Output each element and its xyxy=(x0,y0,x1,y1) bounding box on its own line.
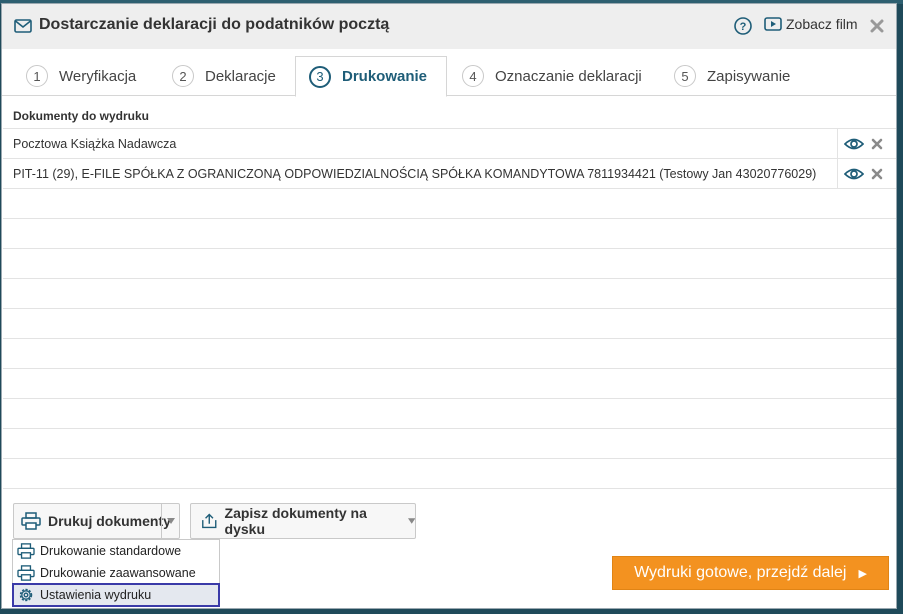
printer-icon xyxy=(21,512,41,530)
print-documents-button[interactable]: Drukuj dokumenty xyxy=(13,503,180,539)
video-icon xyxy=(764,17,782,31)
tab-label: Zapisywanie xyxy=(707,67,791,85)
watch-film-label: Zobacz film xyxy=(786,16,858,32)
table-row[interactable]: PIT-11 (29), E-FILE SPÓŁKA Z OGRANICZONĄ… xyxy=(3,159,896,189)
tab-marking-declarations[interactable]: 4 Oznaczanie deklaracji xyxy=(462,56,642,96)
row-actions xyxy=(837,129,896,159)
print-dropdown-toggle[interactable] xyxy=(161,504,179,538)
upload-icon xyxy=(202,513,217,529)
svg-text:?: ? xyxy=(740,21,747,33)
menu-item-print-settings[interactable]: Ustawienia wydruku xyxy=(12,583,220,607)
row-actions xyxy=(837,159,896,189)
table-row-empty xyxy=(3,399,896,429)
print-menu: Drukowanie standardowe Drukowanie zaawan… xyxy=(12,539,220,607)
eye-icon[interactable] xyxy=(844,167,864,181)
remove-icon[interactable] xyxy=(871,168,883,180)
tab-label: Drukowanie xyxy=(342,68,428,85)
next-step-button[interactable]: Wydruki gotowe, przejdź dalej ▶ xyxy=(612,556,889,590)
caret-down-icon xyxy=(166,518,175,524)
save-to-disk-label: Zapisz dokumenty na dysku xyxy=(224,505,367,537)
table-row-empty xyxy=(3,429,896,459)
table-row-empty xyxy=(3,369,896,399)
tab-label: Oznaczanie deklaracji xyxy=(495,67,642,85)
table-row[interactable]: Pocztowa Książka Nadawcza xyxy=(3,129,896,159)
mail-delivery-dialog: Dostarczanie deklaracji do podatników po… xyxy=(1,3,897,609)
tab-verification[interactable]: 1 Weryfikacja xyxy=(26,56,136,96)
table-row-empty xyxy=(3,279,896,309)
table-row-empty xyxy=(3,189,896,219)
help-icon[interactable]: ? xyxy=(734,17,752,35)
menu-item-label: Drukowanie standardowe xyxy=(40,544,182,558)
document-name: Pocztowa Książka Nadawcza xyxy=(13,136,177,151)
dialog-header: Dostarczanie deklaracji do podatników po… xyxy=(2,4,896,49)
tab-saving[interactable]: 5 Zapisywanie xyxy=(674,56,790,96)
menu-item-label: Drukowanie zaawansowane xyxy=(40,566,196,580)
tab-printing[interactable]: 3 Drukowanie xyxy=(295,56,448,97)
gear-icon xyxy=(19,588,33,602)
menu-item-standard-print[interactable]: Drukowanie standardowe xyxy=(13,540,219,562)
grid-header: Dokumenty do wydruku xyxy=(3,104,896,129)
print-documents-main[interactable]: Drukuj dokumenty xyxy=(14,504,171,538)
table-row-empty xyxy=(3,459,896,489)
table-row-empty xyxy=(3,309,896,339)
play-arrow-icon: ▶ xyxy=(858,567,867,580)
printer-icon xyxy=(17,543,35,559)
step-number: 3 xyxy=(309,65,331,88)
menu-item-advanced-print[interactable]: Drukowanie zaawansowane xyxy=(13,562,219,584)
dialog-title: Dostarczanie deklaracji do podatników po… xyxy=(39,16,390,33)
next-step-label: Wydruki gotowe, przejdź dalej xyxy=(634,564,847,581)
wizard-tabs: 1 Weryfikacja 2 Deklaracje 3 Drukowanie … xyxy=(2,56,896,97)
table-row-empty xyxy=(3,249,896,279)
table-row-empty xyxy=(3,219,896,249)
eye-icon[interactable] xyxy=(844,137,864,151)
tab-label: Weryfikacja xyxy=(59,67,137,85)
document-name: PIT-11 (29), E-FILE SPÓŁKA Z OGRANICZONĄ… xyxy=(13,166,817,181)
close-icon[interactable] xyxy=(870,19,884,33)
printer-icon xyxy=(17,565,35,581)
step-number: 5 xyxy=(674,65,696,87)
tab-declarations[interactable]: 2 Deklaracje xyxy=(172,56,276,96)
documents-grid: Dokumenty do wydruku Pocztowa Książka Na… xyxy=(3,104,896,489)
step-number: 2 xyxy=(172,65,194,87)
tab-label: Deklaracje xyxy=(205,67,276,85)
remove-icon[interactable] xyxy=(871,138,883,150)
menu-item-label: Ustawienia wydruku xyxy=(40,588,152,602)
step-number: 1 xyxy=(26,65,48,87)
print-documents-label: Drukuj dokumenty xyxy=(48,513,171,529)
table-row-empty xyxy=(3,339,896,369)
step-number: 4 xyxy=(462,65,484,87)
mail-icon xyxy=(14,19,32,33)
save-to-disk-button[interactable]: Zapisz dokumenty na dysku xyxy=(190,503,416,539)
caret-down-icon xyxy=(407,518,415,524)
watch-film-link[interactable]: Zobacz film xyxy=(764,16,858,32)
